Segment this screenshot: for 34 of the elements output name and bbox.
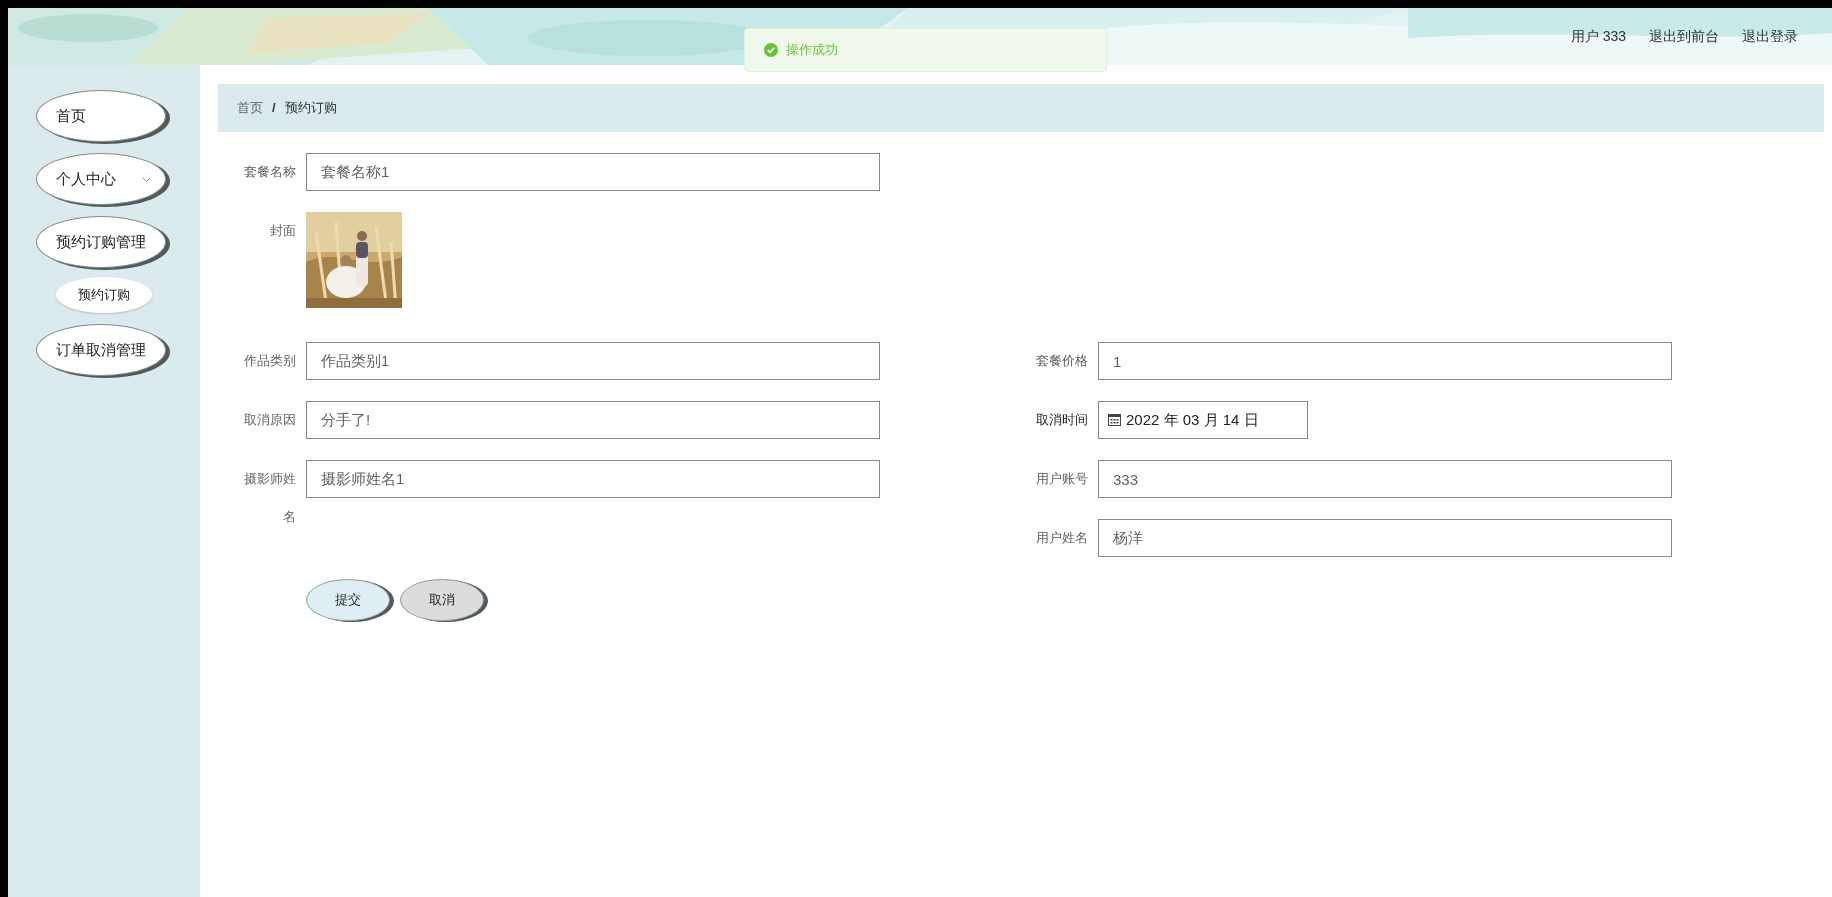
- field-label: 取消时间: [1035, 411, 1089, 429]
- breadcrumb-separator: /: [272, 99, 276, 118]
- field-label: 摄影师姓名: [243, 470, 297, 526]
- sidebar-item[interactable]: 个人中心: [36, 153, 166, 205]
- input-field[interactable]: 杨洋: [1098, 519, 1672, 557]
- success-icon: [764, 43, 778, 57]
- field-label: 取消原因: [243, 411, 297, 429]
- field-label: 用户账号: [1035, 470, 1089, 488]
- input-field[interactable]: 作品类别1: [306, 342, 880, 380]
- calendar-icon: [1108, 414, 1121, 426]
- sidebar-item[interactable]: 首页: [36, 90, 166, 142]
- submenu-item[interactable]: 预约订购: [56, 277, 152, 313]
- input-field[interactable]: 分手了!: [306, 401, 880, 439]
- sidebar-item[interactable]: 预约订购管理: [36, 216, 166, 268]
- header-link[interactable]: 退出登录: [1742, 26, 1798, 47]
- input-field[interactable]: 333: [1098, 460, 1672, 498]
- breadcrumb-item: 预约订购: [284, 99, 337, 118]
- field-label: 用户姓名: [1035, 529, 1089, 547]
- input-field[interactable]: 1: [1098, 342, 1672, 380]
- field-label: 套餐名称: [243, 163, 297, 181]
- submit-button[interactable]: 提交: [306, 579, 390, 621]
- input-field[interactable]: 套餐名称1: [306, 153, 880, 191]
- user-label: 用户 333: [1570, 27, 1626, 46]
- toast-text: 操作成功: [786, 41, 838, 60]
- cancel-button[interactable]: 取消: [400, 579, 484, 621]
- field-label: 作品类别: [243, 352, 297, 370]
- field-label: 封面: [269, 222, 297, 240]
- header-link[interactable]: 退出到前台: [1649, 26, 1719, 47]
- breadcrumb-item[interactable]: 首页: [237, 98, 263, 118]
- input-field[interactable]: 摄影师姓名1: [306, 460, 880, 498]
- field-label: 套餐价格: [1035, 352, 1089, 370]
- sidebar-item[interactable]: 订单取消管理: [36, 324, 166, 376]
- chevron-down-icon: [142, 177, 151, 183]
- date-field[interactable]: 2022 年 03 月 14 日: [1098, 401, 1308, 439]
